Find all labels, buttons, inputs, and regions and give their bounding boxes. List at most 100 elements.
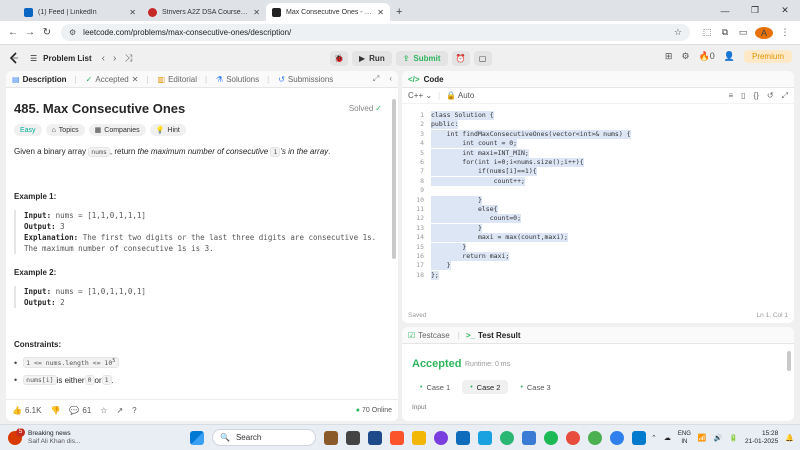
settings-gear-icon[interactable]: ⚙ [681,51,689,62]
run-button[interactable]: ▶ Run [352,51,392,66]
app-icon[interactable] [368,430,382,445]
site-info-icon[interactable]: ⚙ [69,28,76,37]
back-icon[interactable]: ← [6,27,20,38]
app-icon[interactable] [478,430,492,445]
code-editor[interactable]: 1 2 3 4 5 6 7 8 9 10 11 12 13 14 15 16 1… [402,111,794,307]
new-tab-button[interactable]: + [396,6,402,18]
bookmark-icon[interactable]: ▯ [741,91,745,101]
saved-status: Saved [408,312,427,319]
test-scrollbar[interactable] [787,351,791,371]
code-line: } [431,195,482,205]
problem-title[interactable]: 485. Max Consecutive Ones [14,101,382,116]
tab-test-result[interactable]: >_ Test Result [466,331,521,340]
description-scrollbar[interactable] [392,99,396,259]
timer-button[interactable]: ⏰ [451,51,470,66]
share-button[interactable]: ↗ [116,406,123,415]
tab-testcase[interactable]: ☑ Testcase [408,331,450,340]
task-view-icon[interactable] [346,430,360,445]
wifi-icon[interactable]: 📶 [698,434,707,442]
close-icon[interactable]: ✕ [129,8,136,17]
close-icon[interactable]: ✕ [132,75,139,84]
collapse-icon[interactable]: ‹ [389,74,392,84]
forward-icon[interactable]: → [23,27,37,38]
browser-tab-leetcode[interactable]: Max Consecutive Ones - LeetCo ✕ [266,3,390,21]
case-3-tab[interactable]: • Case 3 [512,380,558,394]
app-icon[interactable] [522,430,536,445]
submit-button[interactable]: ⇪ Submit [395,51,448,66]
browser-tab-striver[interactable]: Strivers A2Z DSA Course/Sheet ✕ [142,3,266,21]
tab-solutions[interactable]: ⚗ Solutions | [216,75,269,84]
next-problem-icon[interactable]: › [113,53,116,64]
battery-icon[interactable]: 🔋 [729,434,738,442]
chevron-up-icon[interactable]: ⌃ [651,434,657,442]
widget-icon[interactable] [324,430,338,445]
windows-start-icon[interactable] [190,430,204,445]
sidebar-icon[interactable]: ▭ [734,27,752,38]
language-select[interactable]: C++ ⌄ [408,91,432,100]
volume-icon[interactable]: 🔊 [714,434,723,442]
hint-button[interactable]: 💡 Hint [149,124,186,136]
shuffle-icon[interactable]: ⤨ [124,53,132,64]
reload-icon[interactable]: ↻ [40,27,54,38]
app-icon[interactable] [500,430,514,445]
like-button[interactable]: 👍 6.1K [12,406,41,415]
app-icon[interactable] [434,430,448,445]
extensions-puzzle-icon[interactable]: ⧉ [716,27,734,38]
close-icon[interactable]: ✕ [377,8,384,17]
file-explorer-icon[interactable] [412,430,426,445]
constraint-text: or [94,375,102,385]
close-icon[interactable]: ✕ [253,8,260,17]
expand-icon[interactable]: ⤢ [373,74,379,84]
tab-submissions[interactable]: ↺ Submissions [278,75,333,84]
bookmark-star-icon[interactable]: ☆ [674,27,682,38]
spotify-icon[interactable] [544,430,558,445]
news-subtitle: Saif Ali Khan dis... [28,437,81,445]
brave-icon[interactable] [390,430,404,445]
example-1-title: Example 1: [14,192,57,201]
braces-icon[interactable]: {} [754,91,759,101]
layout-grid-icon[interactable]: ⊞ [665,51,673,62]
close-window-icon[interactable]: ✕ [770,5,800,16]
auto-mode-toggle[interactable]: 🔒 Auto [446,91,474,100]
tab-accepted[interactable]: ✓ Accepted ✕ | [86,75,149,84]
leetcode-logo-icon[interactable] [8,52,20,64]
vscode-icon[interactable] [632,430,646,445]
companies-button[interactable]: ▦ Companies [88,124,146,136]
tab-editorial[interactable]: ▥ Editorial | [158,75,208,84]
case-2-tab[interactable]: • Case 2 [462,380,509,394]
fullscreen-icon[interactable]: ⤢ [782,91,788,101]
taskbar-search[interactable]: 🔍 Search [212,429,316,446]
notification-icon[interactable]: 🔔 [785,434,794,442]
maximize-icon[interactable]: ❐ [740,5,770,16]
cloud-icon[interactable]: ☁ [664,434,671,442]
prev-problem-icon[interactable]: ‹ [102,53,105,64]
format-icon[interactable]: ≡ [728,91,733,101]
minimize-icon[interactable]: — [710,6,740,16]
chrome-icon[interactable] [610,430,624,445]
comments-button[interactable]: 💬 61 [69,406,91,415]
user-avatar-icon[interactable]: 👤 [724,51,735,62]
chrome-icon[interactable] [588,430,602,445]
streak-fire[interactable]: 🔥0 [699,51,715,62]
browser-tab-linkedin[interactable]: (1) Feed | LinkedIn ✕ [18,3,142,21]
case-1-tab[interactable]: • Case 1 [412,380,458,394]
notes-button[interactable]: ▢ [473,51,492,66]
dislike-button[interactable]: 👎 [50,406,60,415]
topics-button[interactable]: ⌂ Topics [45,124,85,136]
tab-description[interactable]: ▤ Description | [12,75,77,84]
reset-icon[interactable]: ↺ [767,91,774,101]
problem-list-link[interactable]: ☰ Problem List [30,54,92,63]
extension-icon[interactable]: ⬚ [698,27,716,38]
profile-avatar[interactable]: A [755,26,773,39]
debug-button[interactable]: 🐞 [330,51,348,66]
help-button[interactable]: ? [132,406,136,415]
premium-button[interactable]: Premium [743,50,792,63]
url-field[interactable]: ⚙ leetcode.com/problems/max-consecutive-… [61,24,690,41]
menu-dots-icon[interactable]: ⋮ [776,27,794,38]
language-indicator[interactable]: ENG IN [678,430,691,446]
chrome-icon[interactable] [566,430,580,445]
favorite-button[interactable]: ☆ [100,406,107,415]
news-widget[interactable]: 5 Breaking news Saif Ali Khan dis... [8,427,168,446]
edge-icon[interactable] [456,430,470,445]
clock[interactable]: 15:28 21-01-2025 [745,430,778,446]
